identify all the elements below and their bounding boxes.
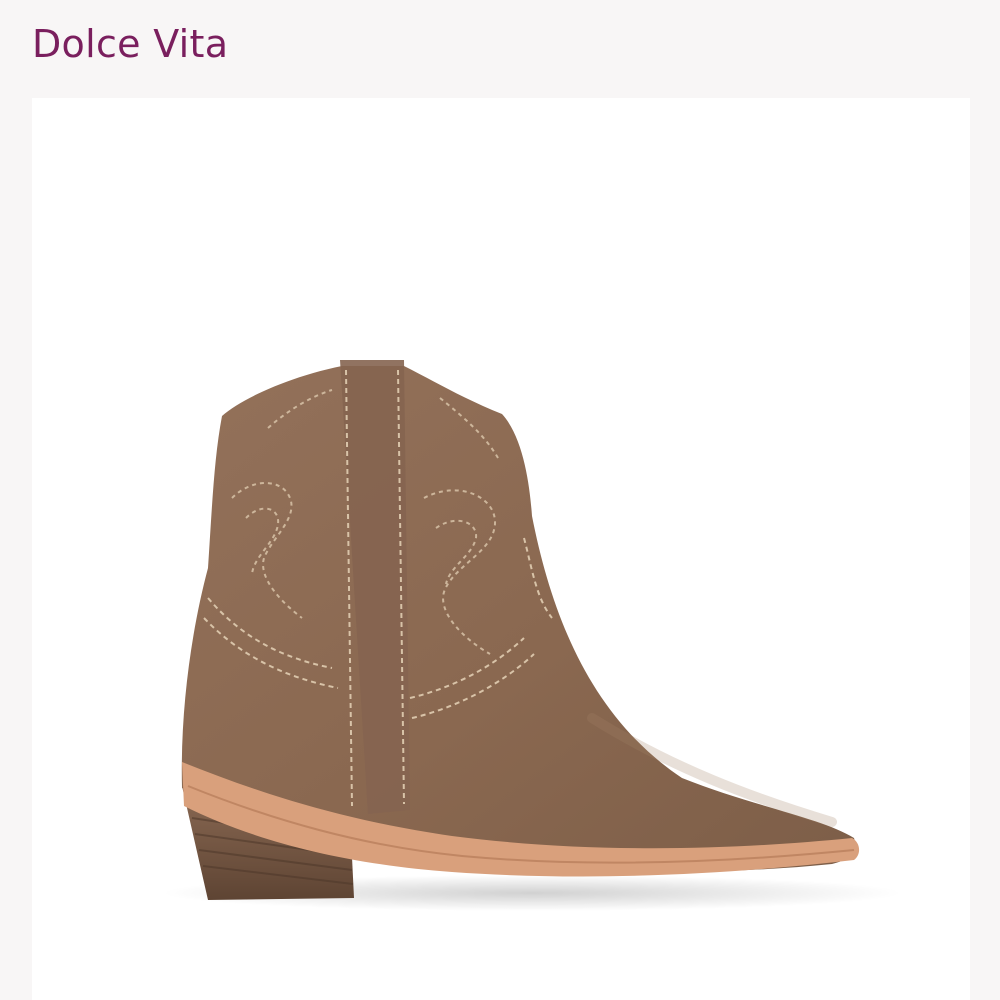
brand-name[interactable]: Dolce Vita [32,18,228,70]
ankle-boot-image [162,360,902,911]
header-bar: Dolce Vita [0,0,1000,96]
product-image-frame[interactable] [32,98,970,1000]
